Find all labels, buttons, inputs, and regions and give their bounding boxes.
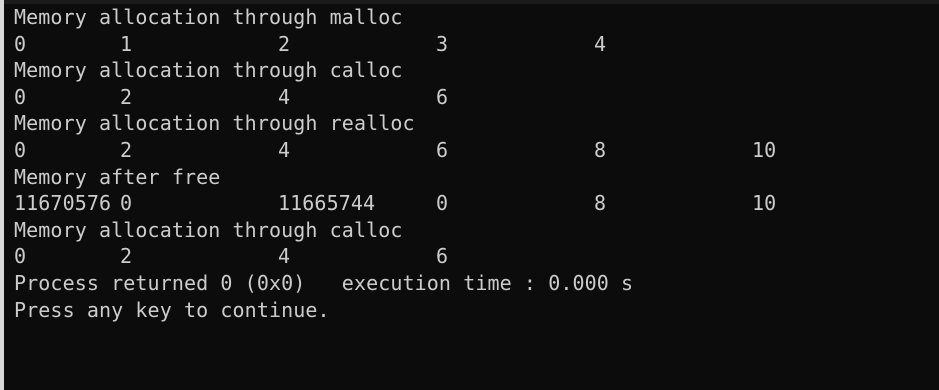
console-line: Memory allocation through malloc	[14, 5, 403, 29]
console-value: 2	[120, 84, 133, 109]
console-value: 11665744	[278, 191, 376, 216]
console-value: 6	[436, 84, 449, 109]
console-value: 1	[120, 31, 133, 56]
console-value: 10	[752, 191, 777, 216]
console-value: 0	[436, 191, 449, 216]
console-value: 4	[594, 31, 607, 56]
console-value: 2	[278, 31, 291, 56]
console-value: 8	[594, 191, 607, 216]
console-value: 2	[120, 138, 133, 162]
console-value: 4	[278, 138, 291, 162]
console-line: Memory after free	[14, 164, 221, 189]
console-value: 6	[436, 244, 449, 269]
console-value: 0	[120, 191, 133, 216]
console-value: 3	[436, 31, 449, 56]
console-line: Memory allocation through calloc	[14, 58, 403, 83]
console-value: 4	[278, 84, 291, 109]
console-line: Memory allocation through realloc	[14, 111, 415, 136]
console-value: 0	[14, 31, 27, 56]
console-line: Press any key to continue.	[14, 297, 330, 322]
console-value: 0	[14, 138, 27, 162]
console-window[interactable]: Memory allocation through malloc 0 1 2 3 4 Mem…	[0, 0, 939, 390]
console-value: 8	[594, 138, 607, 162]
console-value: 6	[436, 138, 449, 162]
console-line: Process returned 0 (0x0) execution time …	[14, 271, 634, 295]
console-value: 11670576	[14, 191, 112, 216]
console-value: 0	[14, 84, 27, 109]
console-value: 4	[278, 244, 291, 269]
console-line: Memory allocation through calloc	[14, 217, 403, 242]
console-value: 10	[752, 138, 777, 162]
console-value: 2	[120, 244, 133, 269]
console-value: 0	[14, 244, 27, 269]
